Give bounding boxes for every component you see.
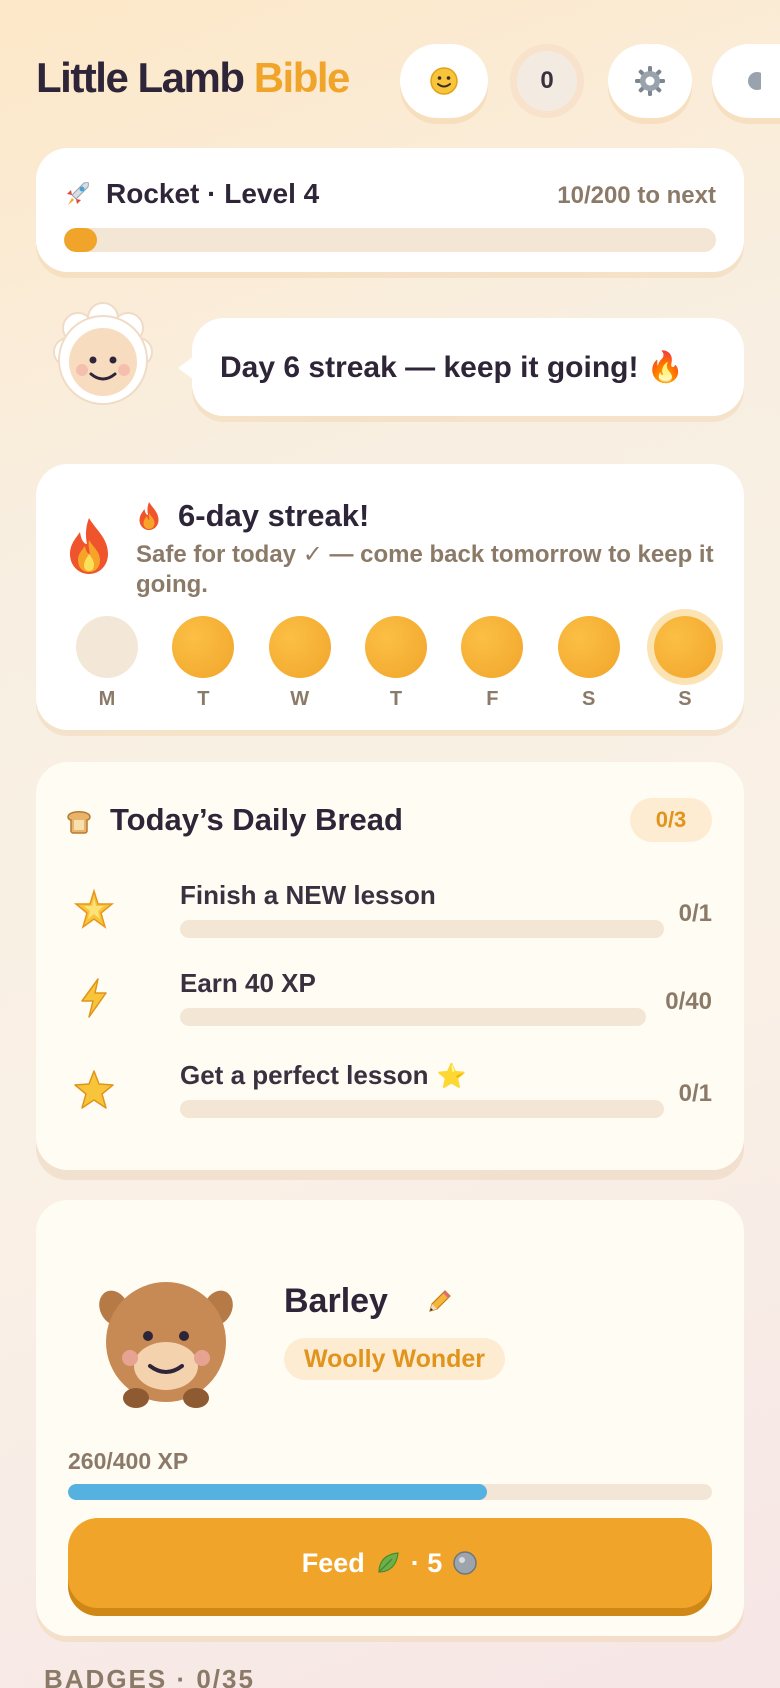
star-icon xyxy=(74,1070,114,1109)
streak-day-done-dot xyxy=(461,616,524,678)
streak-day-label: T xyxy=(389,688,403,710)
leaf-icon xyxy=(378,1552,399,1573)
streak-day: T xyxy=(172,616,235,711)
pet-title-badge: Woolly Wonder xyxy=(284,1338,506,1380)
level-progress-fill xyxy=(64,228,97,252)
streak-subtitle: Safe for today ✓ — come back tomorrow to… xyxy=(136,541,714,598)
task-item[interactable]: Earn 40 XP 0/40 xyxy=(72,968,712,1038)
task-count: 0/40 xyxy=(665,988,712,1015)
pet-xp-label: 260/400 XP xyxy=(68,1448,189,1474)
streak-day: S xyxy=(557,616,620,711)
streak-day-done-dot xyxy=(268,616,331,678)
sparkle-star-icon xyxy=(73,888,115,929)
coin-count: 0 xyxy=(540,67,554,94)
gear-icon xyxy=(635,66,665,96)
coin-counter[interactable]: 0 xyxy=(510,44,584,118)
level-title: Rocket · Level 4 xyxy=(62,178,319,210)
feed-cost: · 5 xyxy=(410,1547,443,1578)
pet-xp-bar xyxy=(68,1484,712,1500)
bread-icon xyxy=(67,811,91,834)
streak-day-done-dot xyxy=(172,616,235,678)
daily-bread-title: Today’s Daily Bread xyxy=(64,802,403,838)
feed-button[interactable]: Feed · 5 xyxy=(68,1518,712,1608)
smiley-icon xyxy=(430,67,458,95)
feed-label: Feed xyxy=(301,1547,365,1578)
streak-day-label: S xyxy=(678,688,692,710)
level-label: Rocket · Level 4 xyxy=(106,178,320,209)
task-item[interactable]: Finish a NEW lesson 0/1 xyxy=(72,880,712,950)
streak-day-done-dot xyxy=(653,616,716,678)
star-icon: ⭐ xyxy=(436,1061,467,1090)
extra-header-button[interactable] xyxy=(712,44,780,118)
task-progress-bar xyxy=(180,1008,646,1026)
streak-day-done-dot xyxy=(364,616,427,678)
daily-bread-card: Today’s Daily Bread 0/3 Finish a NEW les… xyxy=(36,762,744,1170)
app-header: Little Lamb Bible 0 xyxy=(36,42,780,120)
task-label: Get a perfect lesson ⭐ xyxy=(180,1060,467,1090)
task-progress-bar xyxy=(180,920,664,938)
pet-name-text: Barley xyxy=(284,1282,388,1320)
pet-xp-fill xyxy=(68,1484,487,1500)
streak-title-text: 6-day streak! xyxy=(178,498,370,533)
task-label: Finish a NEW lesson xyxy=(180,880,436,910)
coin-icon xyxy=(453,1551,478,1575)
pencil-icon[interactable] xyxy=(424,1287,454,1317)
streak-day-label: F xyxy=(486,688,499,710)
fire-icon xyxy=(70,518,108,574)
brand-accent: Bible xyxy=(253,54,351,101)
task-item[interactable]: Get a perfect lesson ⭐ 0/1 xyxy=(72,1060,712,1130)
app-title: Little Lamb Bible xyxy=(36,54,351,102)
level-card[interactable]: Rocket · Level 4 10/200 to next xyxy=(36,148,744,272)
gear-icon xyxy=(748,72,761,90)
daily-bread-count: 0/3 xyxy=(630,798,712,842)
task-count: 0/1 xyxy=(678,1080,712,1107)
pet-card: Barley Woolly Wonder 260/400 XP Feed · 5 xyxy=(36,1200,744,1636)
level-progress-bar xyxy=(64,228,716,252)
streak-day: M xyxy=(76,616,138,711)
badges-heading: BADGES · 0/35 xyxy=(44,1664,255,1688)
streak-day: F xyxy=(461,616,524,711)
streak-day-label: W xyxy=(290,688,310,710)
brand-primary: Little Lamb xyxy=(36,54,245,101)
pet-name: Barley xyxy=(284,1282,454,1321)
streak-day-label: S xyxy=(581,688,596,710)
lamb-mascot xyxy=(53,302,153,405)
streak-day: S xyxy=(653,616,716,711)
streak-title: 6-day streak! xyxy=(136,498,369,534)
streak-day-label: M xyxy=(98,688,116,710)
pet-avatar xyxy=(99,1282,233,1408)
streak-day: T xyxy=(364,616,427,711)
fire-icon xyxy=(139,502,159,530)
daily-bread-heading: Today’s Daily Bread xyxy=(110,802,403,837)
mood-button[interactable] xyxy=(400,44,488,118)
task-count: 0/1 xyxy=(678,900,712,927)
task-progress-bar xyxy=(180,1100,664,1118)
streak-day-label: T xyxy=(197,688,210,710)
settings-button[interactable] xyxy=(608,44,692,118)
streak-day-done-dot xyxy=(557,616,620,678)
streak-day-empty-dot xyxy=(76,616,138,678)
streak-card: 6-day streak! Safe for today ✓ — come ba… xyxy=(36,464,744,730)
level-next: 10/200 to next xyxy=(557,182,716,209)
task-label: Earn 40 XP xyxy=(180,968,316,998)
lightning-icon xyxy=(81,978,107,1018)
streak-day: W xyxy=(268,616,331,711)
rocket-icon xyxy=(67,182,89,205)
mascot-speech-bubble: Day 6 streak — keep it going! 🔥 xyxy=(178,318,744,416)
mascot-message: Day 6 streak — keep it going! 🔥 xyxy=(220,350,685,384)
streak-week: MTWTFSS xyxy=(76,616,716,711)
